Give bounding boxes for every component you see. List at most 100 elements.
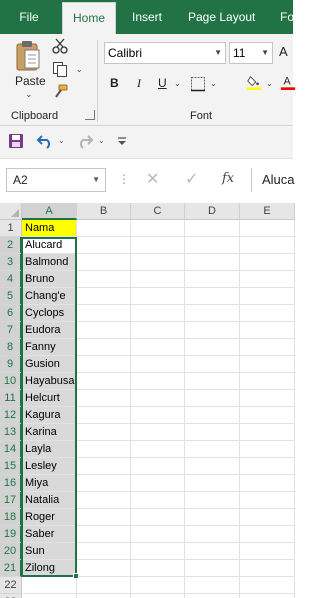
cell[interactable] — [77, 288, 131, 305]
tab-home[interactable]: Home — [62, 2, 116, 34]
cell[interactable] — [185, 526, 240, 543]
cell[interactable] — [131, 526, 185, 543]
cell[interactable] — [240, 424, 295, 441]
row-header[interactable]: 20 — [0, 543, 22, 560]
cell[interactable] — [131, 509, 185, 526]
cell-a[interactable]: Balmond — [22, 254, 77, 271]
paste-icon[interactable] — [14, 40, 42, 72]
cell-a[interactable]: Saber — [22, 526, 77, 543]
cell[interactable] — [185, 254, 240, 271]
row-header[interactable]: 1 — [0, 220, 22, 237]
name-box-dropdown-icon[interactable]: ▼ — [92, 169, 100, 191]
cell[interactable] — [240, 526, 295, 543]
row-header[interactable]: 4 — [0, 271, 22, 288]
cell[interactable] — [185, 237, 240, 254]
cell-a[interactable]: Miya — [22, 475, 77, 492]
font-color-icon[interactable]: A — [280, 74, 296, 90]
cell[interactable] — [77, 475, 131, 492]
cell[interactable] — [131, 339, 185, 356]
name-box[interactable]: A2 ▼ — [6, 168, 106, 192]
cell[interactable] — [240, 594, 295, 598]
cell[interactable] — [240, 356, 295, 373]
row-header[interactable]: 12 — [0, 407, 22, 424]
cell[interactable] — [131, 424, 185, 441]
cell[interactable] — [240, 492, 295, 509]
cell-a[interactable] — [22, 577, 77, 594]
cell-a[interactable]: Helcurt — [22, 390, 77, 407]
undo-icon[interactable] — [36, 133, 54, 149]
cell[interactable] — [131, 322, 185, 339]
cell[interactable] — [240, 543, 295, 560]
cell[interactable] — [240, 390, 295, 407]
cell[interactable] — [240, 339, 295, 356]
cell[interactable] — [77, 373, 131, 390]
cell-a[interactable]: Fanny — [22, 339, 77, 356]
row-header[interactable]: 21 — [0, 560, 22, 577]
cell[interactable] — [77, 594, 131, 598]
tab-formulas[interactable]: Fo — [280, 0, 294, 34]
cell[interactable] — [131, 475, 185, 492]
cell[interactable] — [77, 424, 131, 441]
row-header[interactable]: 3 — [0, 254, 22, 271]
cell[interactable] — [131, 271, 185, 288]
formula-input[interactable]: Aluca — [251, 168, 311, 192]
select-all-button[interactable] — [0, 203, 22, 220]
cell[interactable] — [77, 526, 131, 543]
redo-icon[interactable] — [76, 133, 94, 149]
cell[interactable] — [240, 305, 295, 322]
borders-dropdown-icon[interactable]: ⌄ — [210, 79, 217, 88]
cell[interactable] — [185, 271, 240, 288]
cell[interactable] — [131, 458, 185, 475]
cell[interactable] — [131, 594, 185, 598]
cell-a[interactable]: Natalia — [22, 492, 77, 509]
cell-a[interactable]: Roger — [22, 509, 77, 526]
cell[interactable] — [185, 475, 240, 492]
row-header[interactable]: 8 — [0, 339, 22, 356]
cell[interactable] — [240, 509, 295, 526]
tab-file[interactable]: File — [0, 0, 58, 34]
cell[interactable] — [185, 356, 240, 373]
font-size-dropdown-icon[interactable]: ▼ — [261, 43, 269, 63]
row-header[interactable]: 19 — [0, 526, 22, 543]
tab-insert[interactable]: Insert — [132, 0, 162, 34]
cell[interactable] — [131, 356, 185, 373]
cell[interactable] — [240, 220, 295, 237]
cell[interactable] — [131, 543, 185, 560]
cell[interactable] — [240, 373, 295, 390]
cell[interactable] — [77, 305, 131, 322]
cell[interactable] — [185, 407, 240, 424]
cell-a[interactable]: Alucard — [22, 237, 77, 254]
italic-button[interactable]: I — [137, 76, 141, 91]
cell[interactable] — [185, 339, 240, 356]
fill-handle[interactable] — [73, 573, 79, 579]
cell[interactable] — [240, 441, 295, 458]
cell[interactable] — [131, 305, 185, 322]
cell[interactable] — [240, 237, 295, 254]
fill-color-dropdown-icon[interactable]: ⌄ — [266, 79, 273, 88]
cell[interactable] — [77, 220, 131, 237]
cell[interactable] — [185, 288, 240, 305]
cell[interactable] — [240, 271, 295, 288]
bold-button[interactable]: B — [110, 76, 119, 90]
customize-toolbar-icon[interactable] — [116, 136, 128, 148]
column-header-b[interactable]: B — [77, 203, 131, 220]
font-size-select[interactable]: 11 ▼ — [229, 42, 273, 64]
clipboard-launcher-icon[interactable] — [85, 110, 95, 120]
row-header[interactable]: 13 — [0, 424, 22, 441]
underline-dropdown-icon[interactable]: ⌄ — [174, 79, 181, 88]
row-header[interactable]: 23 — [0, 594, 22, 598]
cell[interactable] — [131, 373, 185, 390]
cell[interactable] — [240, 288, 295, 305]
copy-icon[interactable] — [52, 61, 68, 77]
cell[interactable] — [185, 373, 240, 390]
cell-a[interactable]: Lesley — [22, 458, 77, 475]
cell[interactable] — [131, 288, 185, 305]
cell-a[interactable]: Eudora — [22, 322, 77, 339]
cell-a[interactable]: Karina — [22, 424, 77, 441]
row-header[interactable]: 18 — [0, 509, 22, 526]
cell-a[interactable]: Kagura — [22, 407, 77, 424]
row-header[interactable]: 10 — [0, 373, 22, 390]
cell[interactable] — [131, 492, 185, 509]
cell[interactable] — [77, 441, 131, 458]
cell-a[interactable]: Gusion — [22, 356, 77, 373]
